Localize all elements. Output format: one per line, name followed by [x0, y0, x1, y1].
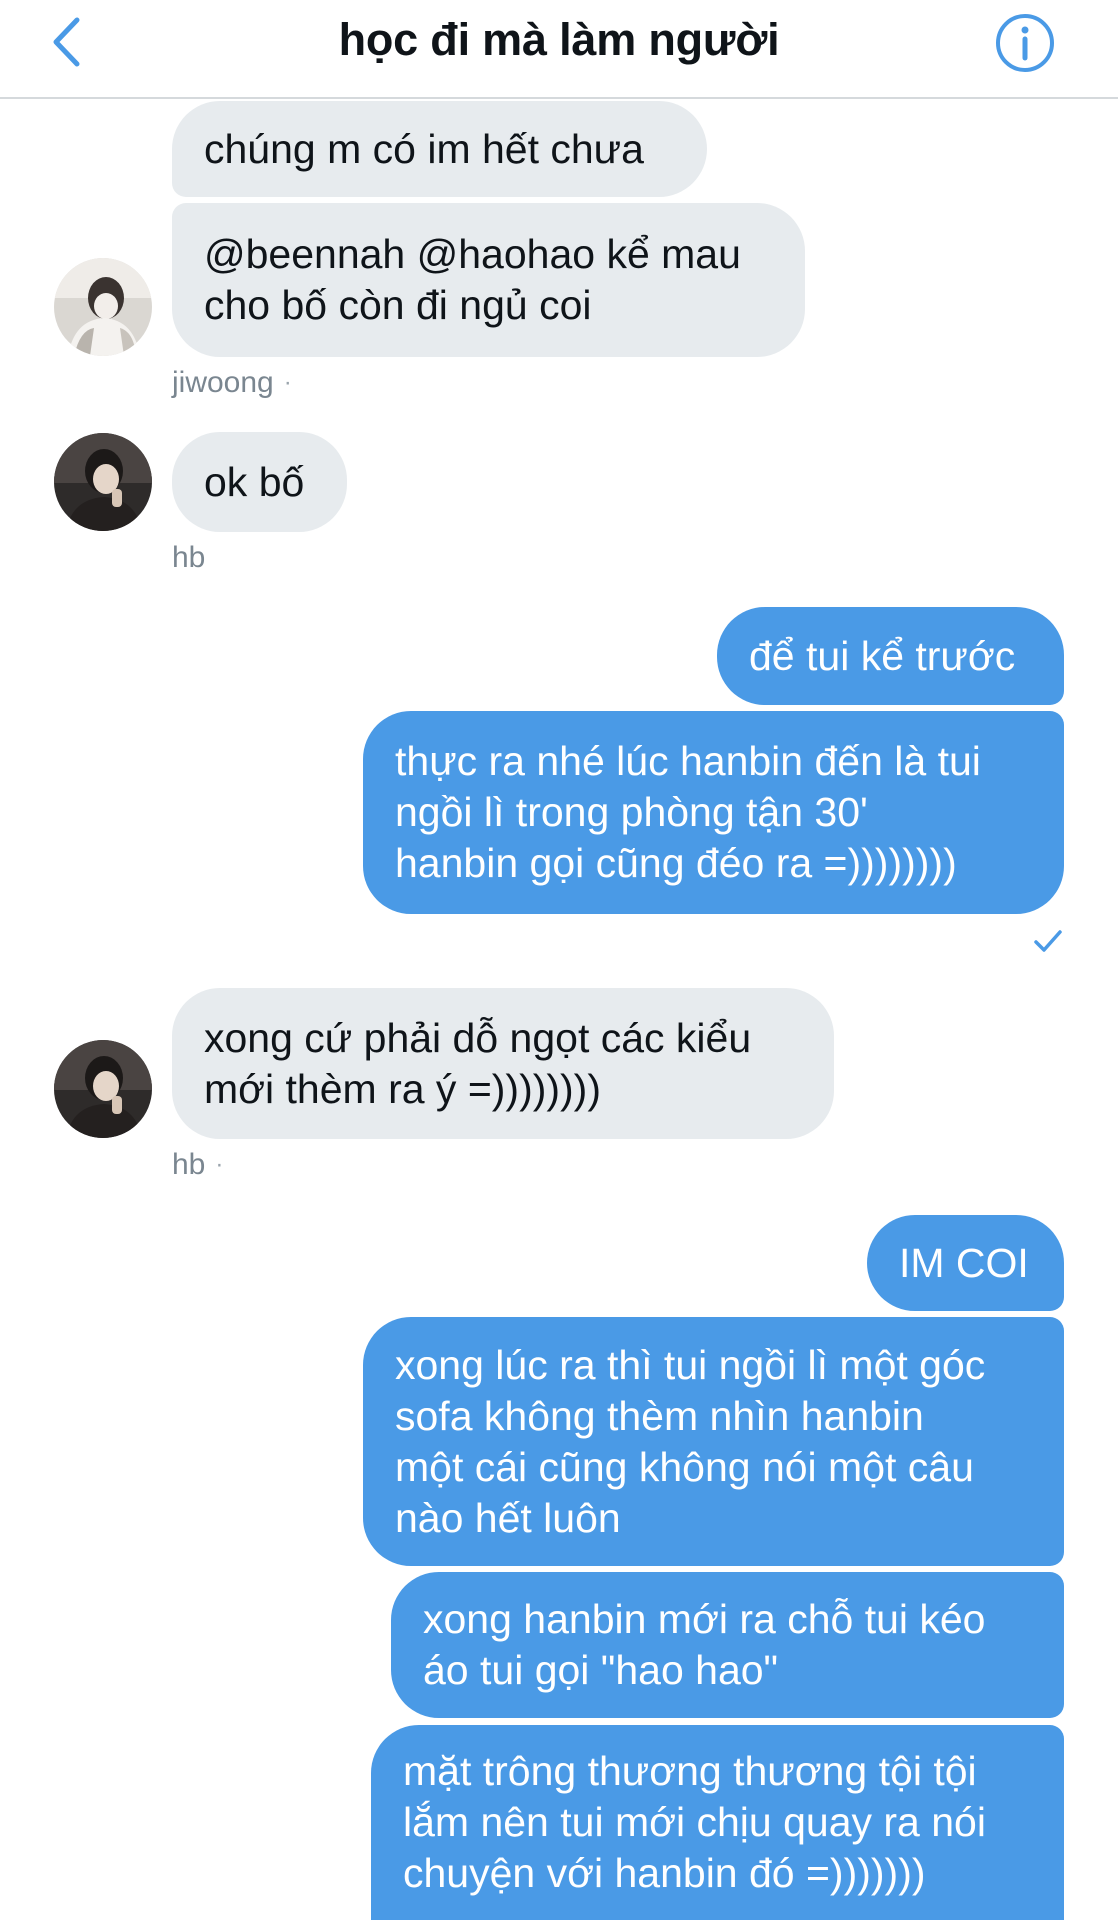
conversation-title[interactable]: học đi mà làm người — [0, 14, 1118, 66]
message-bubble-incoming[interactable]: chúng m có im hết chưa — [172, 101, 707, 197]
message-bubble-outgoing[interactable]: xong lúc ra thì tui ngồi lì một góc sofa… — [363, 1317, 1064, 1566]
message-meta: jiwoong · — [172, 366, 292, 400]
avatar-hb[interactable] — [54, 1040, 152, 1138]
sender-name: hb — [172, 541, 206, 574]
message-meta: hb · — [172, 1148, 223, 1182]
message-bubble-outgoing[interactable]: thực ra nhé lúc hanbin đến là tui ngồi l… — [363, 711, 1064, 914]
message-bubble-outgoing[interactable]: mặt trông thương thương tội tội lắm nên … — [371, 1725, 1064, 1920]
message-bubble-outgoing[interactable]: IM COI — [867, 1215, 1064, 1311]
avatar-jiwoong[interactable] — [54, 258, 152, 356]
read-check-icon — [1034, 930, 1062, 952]
avatar-hb[interactable] — [54, 433, 152, 531]
sender-name: hb — [172, 1148, 206, 1181]
info-button[interactable] — [994, 12, 1056, 74]
message-bubble-outgoing[interactable]: để tui kể trước — [717, 607, 1064, 705]
message-list[interactable]: chúng m có im hết chưa @beennah @haohao … — [0, 101, 1118, 1920]
conversation-header: học đi mà làm người — [0, 0, 1118, 99]
separator-dot: · — [283, 369, 292, 396]
message-bubble-incoming[interactable]: ok bố — [172, 432, 347, 532]
message-bubble-incoming[interactable]: xong cứ phải dỗ ngọt các kiểu mới thèm r… — [172, 988, 834, 1139]
separator-dot: · — [215, 1151, 224, 1178]
message-bubble-incoming[interactable]: @beennah @haohao kể mau cho bố còn đi ng… — [172, 203, 805, 357]
info-icon — [996, 14, 1054, 72]
sender-name: jiwoong — [172, 366, 274, 399]
message-bubble-outgoing[interactable]: xong hanbin mới ra chỗ tui kéo áo tui gọ… — [391, 1572, 1064, 1718]
message-meta: hb — [172, 541, 205, 575]
